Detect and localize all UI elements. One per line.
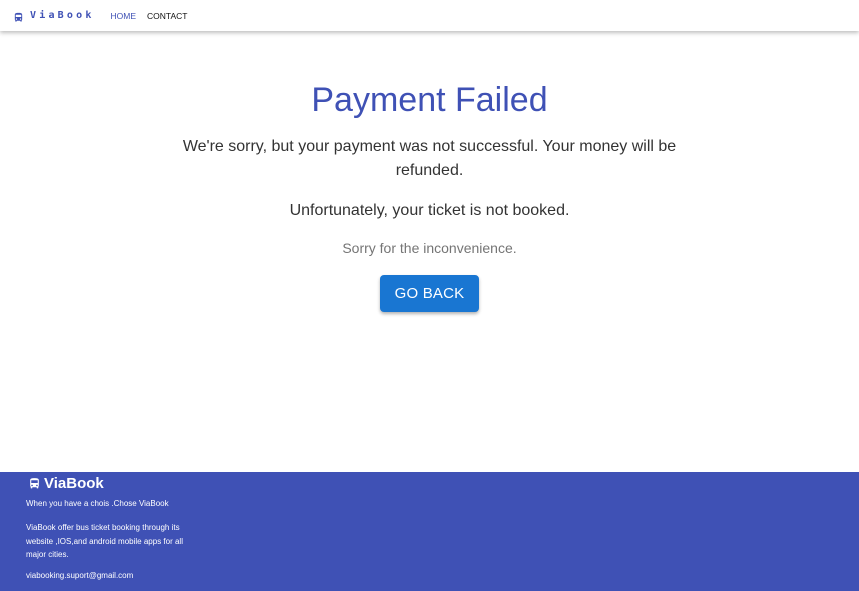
apology-message: Sorry for the inconvenience. xyxy=(342,240,517,256)
brand-name: ViaBook xyxy=(30,10,95,21)
page-title: Payment Failed xyxy=(311,81,548,119)
top-navbar: ViaBook HOME CONTACT xyxy=(0,0,859,31)
ticket-status-message: Unfortunately, your ticket is not booked… xyxy=(289,202,570,219)
bus-icon xyxy=(13,10,24,22)
go-back-button[interactable]: GO BACK xyxy=(380,275,479,312)
refund-message: We're sorry, but your payment was not su… xyxy=(182,138,677,179)
footer-brand: ViaBook xyxy=(28,475,104,492)
footer-description: ViaBook offer bus ticket booking through… xyxy=(26,523,183,559)
footer-tagline: When you have a chois .Chose ViaBook xyxy=(26,499,169,508)
footer-brand-name: ViaBook xyxy=(44,475,104,492)
brand-logo-link[interactable]: ViaBook xyxy=(13,10,95,22)
main-content: Payment Failed We're sorry, but your pay… xyxy=(0,31,859,472)
nav-link-contact[interactable]: CONTACT xyxy=(147,11,187,21)
footer: ViaBook When you have a chois .Chose Via… xyxy=(0,472,859,591)
footer-email: viabooking.suport@gmail.com xyxy=(26,571,134,580)
bus-icon xyxy=(28,477,41,490)
nav-link-home[interactable]: HOME xyxy=(111,11,137,21)
